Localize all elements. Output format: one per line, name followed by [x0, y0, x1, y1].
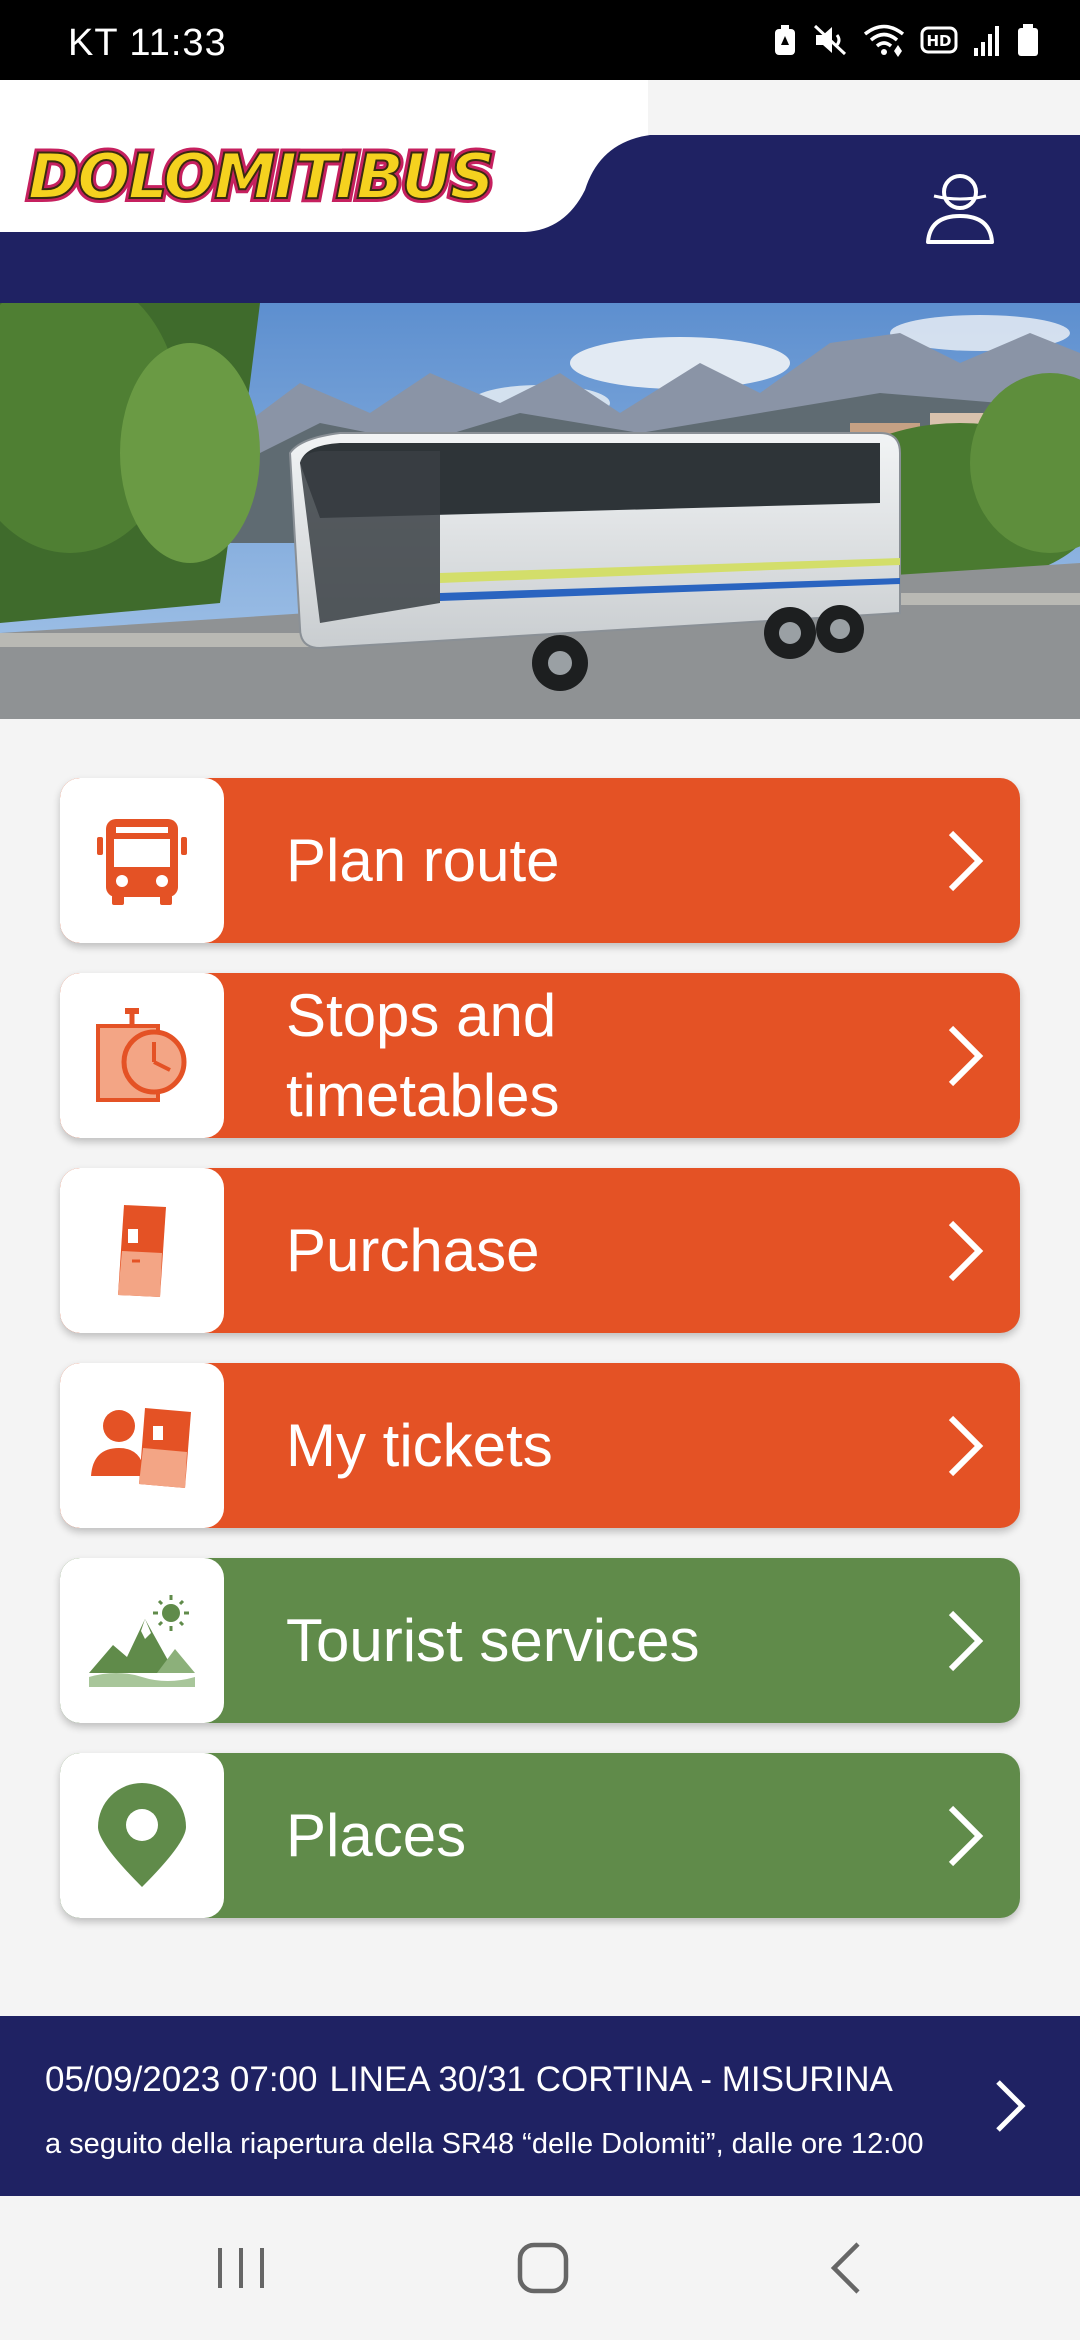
chevron-right-icon — [948, 1610, 984, 1671]
menu-item-label: Plan route — [286, 826, 560, 894]
battery-saver-icon — [775, 25, 795, 55]
stopwatch-icon — [96, 1007, 187, 1102]
chevron-right-icon — [996, 2080, 1026, 2132]
hero-image — [0, 303, 1080, 719]
news-banner[interactable]: 05/09/2023 07:00 LINEA 30/31 CORTINA - MI… — [0, 2016, 1080, 2196]
hd-icon: HD — [920, 26, 958, 54]
status-time: KT 11:33 — [68, 22, 227, 64]
purchase-button[interactable]: Purchase — [60, 1168, 1020, 1333]
news-text: a seguito della riapertura della SR48 “d… — [45, 2128, 924, 2160]
dolomitibus-logo: DOLOMITIBUS DOLOMITIBUS — [24, 138, 499, 217]
battery-icon — [1018, 24, 1038, 56]
ticket-icon — [118, 1204, 166, 1297]
stops-and-timetables-button[interactable]: Stops and timetables — [60, 973, 1020, 1138]
my-tickets-button[interactable]: My tickets — [60, 1363, 1020, 1528]
mountain-icon — [89, 1594, 195, 1687]
user-icon — [926, 174, 994, 244]
chevron-right-icon — [948, 1025, 984, 1086]
wifi-icon — [863, 24, 905, 57]
places-button[interactable]: Places — [60, 1753, 1020, 1918]
app-header: DOLOMITIBUS DOLOMITIBUS — [0, 80, 1080, 303]
menu-item-label: Purchase — [286, 1216, 540, 1284]
recent-apps-icon[interactable] — [206, 2238, 276, 2298]
menu-item-label: My tickets — [286, 1411, 553, 1479]
user-ticket-icon — [91, 1407, 191, 1488]
home-icon[interactable] — [508, 2238, 578, 2298]
chevron-right-icon — [948, 1220, 984, 1281]
bus-icon — [97, 818, 187, 905]
profile-button[interactable] — [920, 168, 1000, 248]
plan-route-button[interactable]: Plan route — [60, 778, 1020, 943]
map-pin-icon — [98, 1782, 186, 1887]
back-icon[interactable] — [812, 2238, 882, 2298]
status-bar: KT 11:33 HD — [0, 0, 1080, 80]
main-menu: Plan route Stops and timetables Purchase… — [60, 778, 1020, 1948]
chevron-right-icon — [948, 830, 984, 891]
chevron-right-icon — [948, 1805, 984, 1866]
svg-text:DOLOMITIBUS: DOLOMITIBUS — [28, 140, 493, 213]
svg-text:HD: HD — [926, 32, 951, 50]
tourist-services-button[interactable]: Tourist services — [60, 1558, 1020, 1723]
status-icons: HD — [772, 18, 1040, 62]
news-title: LINEA 30/31 CORTINA - MISURINA — [329, 2060, 893, 2099]
system-nav-bar — [0, 2196, 1080, 2340]
menu-item-label: Places — [286, 1801, 467, 1869]
chevron-right-icon — [948, 1415, 984, 1476]
signal-icon — [974, 26, 999, 56]
news-datetime: 05/09/2023 07:00 — [45, 2060, 318, 2099]
news-headline: 05/09/2023 07:00 LINEA 30/31 CORTINA - MI… — [45, 2060, 935, 2100]
menu-item-label: Tourist services — [286, 1606, 700, 1674]
menu-item-label: Stops and timetables — [286, 981, 560, 1129]
mute-icon — [813, 24, 847, 56]
